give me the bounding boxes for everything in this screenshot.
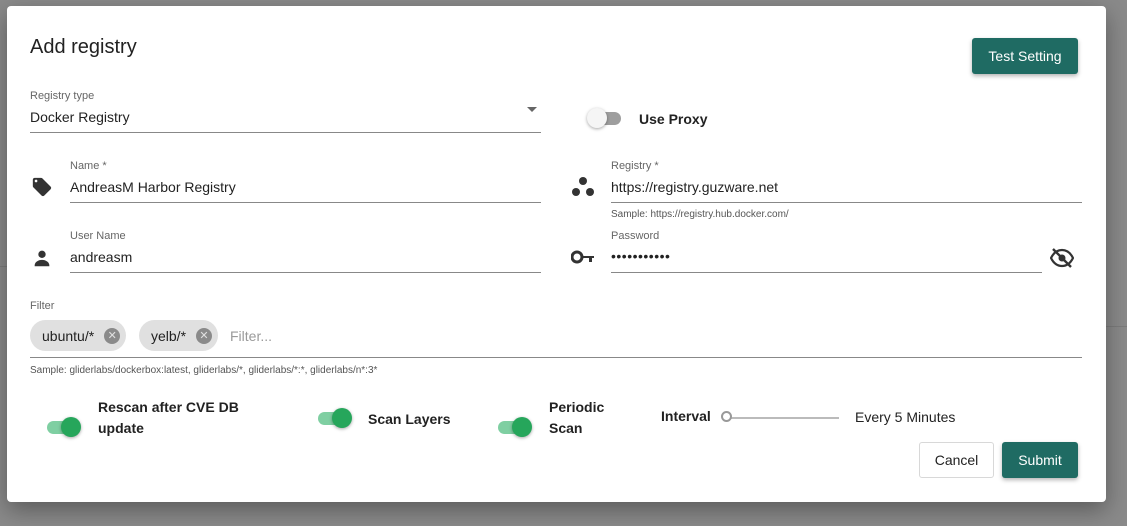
submit-button[interactable]: Submit <box>1002 442 1078 478</box>
periodic-scan-label: Periodic Scan <box>549 397 604 439</box>
rescan-toggle[interactable] <box>45 416 81 438</box>
scan-layers-label: Scan Layers <box>368 411 451 427</box>
interval-slider-thumb[interactable] <box>721 411 732 422</box>
filter-label: Filter <box>30 300 55 312</box>
registry-type-value: Docker Registry <box>30 109 130 125</box>
filter-chip: yelb/* ✕ <box>139 320 219 351</box>
person-icon <box>34 250 50 267</box>
filter-chip-label: yelb/* <box>151 327 187 344</box>
registry-type-label: Registry type <box>30 90 95 102</box>
name-label: Name * <box>70 160 107 172</box>
registry-input[interactable]: https://registry.guzware.net <box>611 179 778 195</box>
cancel-button[interactable]: Cancel <box>919 442 994 478</box>
username-label: User Name <box>70 230 126 242</box>
backdrop-divider <box>0 266 7 267</box>
filter-underline <box>30 357 1082 358</box>
registry-type-underline <box>30 132 541 133</box>
chip-remove-icon[interactable]: ✕ <box>196 327 213 344</box>
filter-chip-label: ubuntu/* <box>42 327 95 344</box>
filter-hint: Sample: gliderlabs/dockerbox:latest, gli… <box>30 365 378 376</box>
password-underline <box>611 272 1042 273</box>
interval-value: Every 5 Minutes <box>855 409 956 425</box>
use-proxy-label: Use Proxy <box>639 111 708 127</box>
periodic-scan-toggle[interactable] <box>496 416 532 438</box>
chip-remove-icon[interactable]: ✕ <box>104 327 121 344</box>
registry-label: Registry * <box>611 160 659 172</box>
filter-input[interactable]: Filter... <box>230 328 272 344</box>
name-underline <box>70 202 541 203</box>
username-input[interactable]: andreasm <box>70 249 132 265</box>
rescan-label-line2: update <box>98 420 144 436</box>
password-label: Password <box>611 230 660 242</box>
use-proxy-toggle[interactable] <box>587 107 623 129</box>
dialog-title: Add registry <box>30 36 137 58</box>
rescan-label: Rescan after CVE DB update <box>98 397 239 439</box>
scan-layers-toggle[interactable] <box>316 407 352 429</box>
rescan-label-line1: Rescan after CVE DB <box>98 399 239 415</box>
filter-chip: ubuntu/* ✕ <box>30 320 127 351</box>
backdrop-divider <box>1106 326 1127 327</box>
username-underline <box>70 272 541 273</box>
add-registry-dialog: Add registry Test Setting Registry type … <box>7 6 1106 502</box>
password-input[interactable]: ••••••••••• <box>611 248 670 264</box>
test-setting-button[interactable]: Test Setting <box>972 38 1078 74</box>
registry-hint: Sample: https://registry.hub.docker.com/ <box>611 209 789 220</box>
registry-underline <box>611 202 1082 203</box>
dropdown-arrow-icon[interactable] <box>526 106 538 114</box>
registry-dots-icon <box>572 177 594 196</box>
name-input[interactable]: AndreasM Harbor Registry <box>70 179 236 195</box>
eye-off-icon[interactable] <box>1050 247 1074 269</box>
periodic-scan-label-line2: Scan <box>549 420 583 436</box>
periodic-scan-label-line1: Periodic <box>549 399 605 415</box>
key-icon <box>571 250 594 264</box>
interval-label: Interval <box>661 408 711 424</box>
interval-slider-track[interactable] <box>727 417 839 419</box>
tag-icon <box>32 177 52 197</box>
